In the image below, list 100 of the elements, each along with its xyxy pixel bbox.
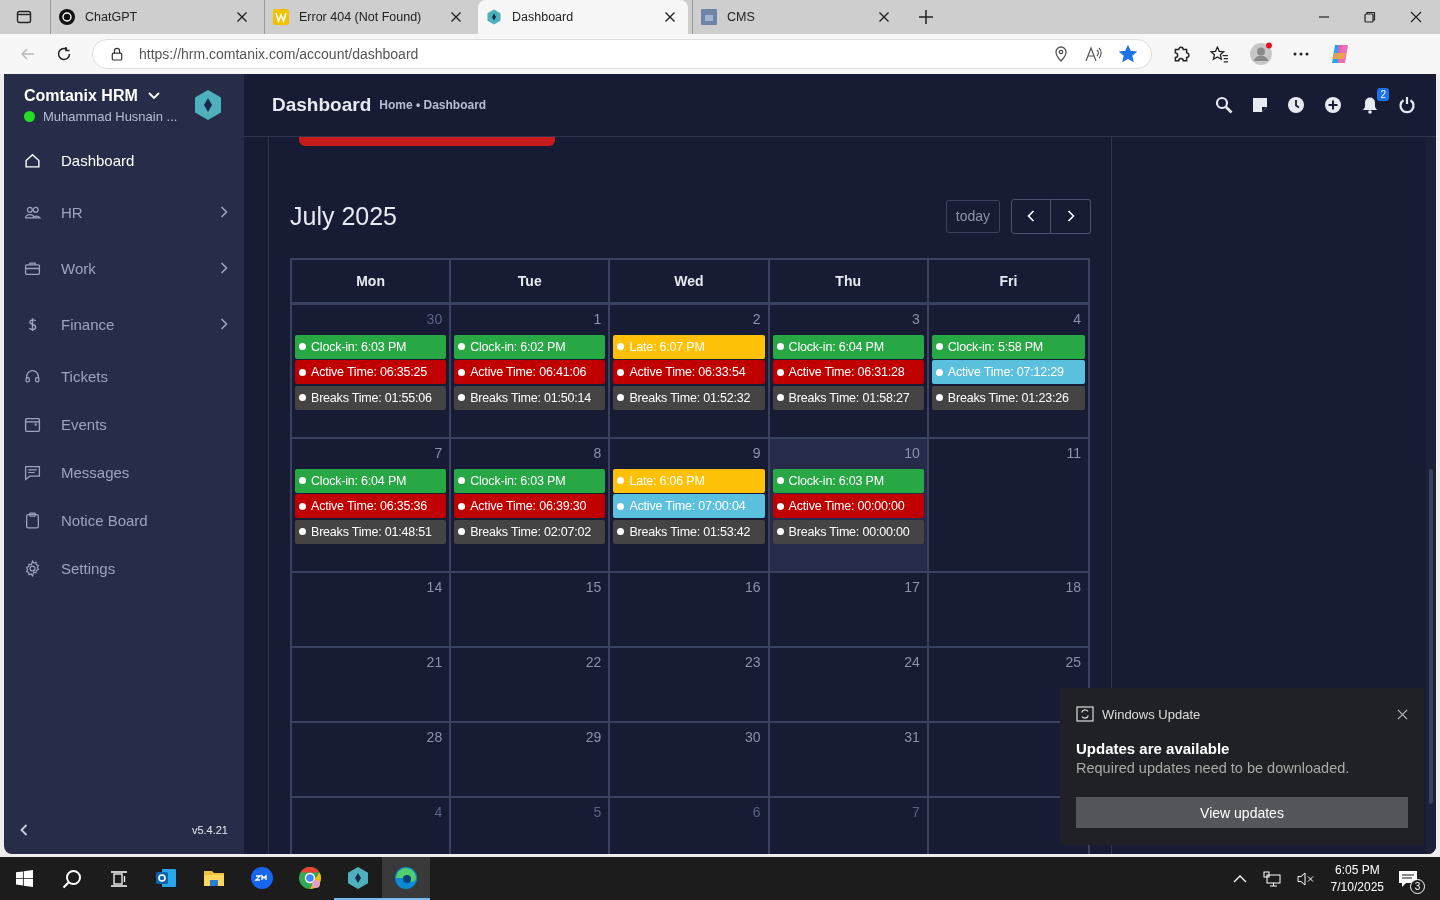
calendar-event[interactable]: Breaks Time: 01:48:51	[295, 519, 447, 544]
power-icon[interactable]	[1398, 96, 1416, 114]
calendar-event[interactable]: Breaks Time: 01:50:14	[454, 385, 606, 410]
chevron-down-icon[interactable]	[147, 91, 160, 100]
sidebar-item[interactable]: Notice Board	[4, 496, 244, 544]
sidebar-item[interactable]: Dashboard	[4, 136, 244, 184]
clock-date[interactable]: 7/10/2025	[1330, 878, 1384, 896]
calendar-event[interactable]: Clock-in: 6:04 PM	[295, 468, 447, 493]
puzzle-piece-icon[interactable]	[1172, 45, 1190, 63]
day-cell[interactable]: 18	[928, 573, 1088, 648]
close-icon[interactable]	[450, 11, 462, 23]
day-cell[interactable]: 28	[292, 723, 452, 798]
calendar-event[interactable]: Active Time: 06:39:30	[454, 494, 606, 518]
sidebar-item[interactable]: Finance	[4, 296, 244, 352]
clock-icon[interactable]	[1287, 96, 1305, 114]
brand-name: Comtanix HRM	[24, 86, 138, 105]
sidebar-item[interactable]: HR	[4, 184, 244, 240]
calendar-event[interactable]: Breaks Time: 02:07:02	[454, 519, 606, 544]
close-icon[interactable]	[878, 11, 890, 23]
browser-tab[interactable]: Dashboard	[478, 0, 688, 34]
calendar-event[interactable]: Breaks Time: 01:55:06	[295, 385, 447, 410]
address-field[interactable]: https://hrm.comtanix.com/account/dashboard	[92, 39, 1152, 69]
tab-actions-icon[interactable]	[16, 9, 32, 25]
star-icon[interactable]	[1119, 45, 1137, 63]
calendar-event[interactable]: Breaks Time: 00:00:00	[772, 519, 924, 544]
clock-time[interactable]: 6:05 PM	[1334, 861, 1380, 879]
day-cell[interactable]: 4 Clock-in: 5:58 PM Active Time: 07:12:29 Breaks Time: 01:23:26	[928, 305, 1088, 439]
view-updates-button[interactable]: View updates	[1076, 797, 1408, 828]
day-cell[interactable]: 3 Clock-in: 6:04 PM Active Time: 06:31:28 Breaks Time: 01:58:27	[769, 305, 929, 439]
notification-center-icon[interactable]	[1398, 869, 1418, 888]
read-aloud-icon[interactable]	[1085, 46, 1103, 62]
task-view-icon[interactable]	[110, 870, 128, 887]
headset-icon	[24, 367, 41, 385]
today-button[interactable]: today	[945, 199, 1000, 233]
location-pin-icon[interactable]	[1053, 46, 1069, 62]
day-cell[interactable]: 8 Clock-in: 6:03 PM Active Time: 06:39:30 Breaks Time: 02:07:02	[451, 439, 611, 573]
calendar-event[interactable]: Active Time: 00:00:00	[772, 494, 924, 518]
day-cell[interactable]: 23	[610, 648, 770, 723]
speaker-muted-icon[interactable]	[1296, 870, 1315, 887]
day-cell[interactable]: 7 Clock-in: 6:04 PM Active Time: 06:35:36 Breaks Time: 01:48:51	[292, 439, 452, 573]
sidebar-item[interactable]: Tickets	[4, 352, 244, 400]
day-cell[interactable]: 16	[610, 573, 770, 648]
calendar-event[interactable]: Breaks Time: 01:23:26	[931, 385, 1085, 410]
favorites-star-icon[interactable]	[1210, 45, 1229, 63]
day-cell[interactable]: 9 Late: 6:06 PM Active Time: 07:00:04 Breaks Time: 01:53:42	[610, 439, 770, 573]
calendar-event[interactable]: Clock-in: 6:03 PM	[295, 334, 447, 359]
day-cell[interactable]: 10 Clock-in: 6:03 PM Active Time: 00:00:00 Breaks Time: 00:00:00	[769, 439, 929, 573]
day-cell[interactable]: 22	[451, 648, 611, 723]
calendar-event[interactable]: Active Time: 06:35:36	[295, 494, 447, 518]
calendar-event[interactable]: Active Time: 06:31:28	[772, 360, 924, 384]
tab-title: Error 404 (Not Found)	[299, 10, 423, 24]
calendar-event[interactable]: Active Time: 06:35:25	[295, 360, 447, 384]
calendar-event[interactable]: Breaks Time: 01:52:32	[613, 385, 765, 410]
profile-avatar-icon[interactable]	[1249, 42, 1273, 66]
calendar-event[interactable]: Active Time: 06:41:06	[454, 360, 606, 384]
day-cell[interactable]: 15	[451, 573, 611, 648]
sidebar-item[interactable]: Messages	[4, 448, 244, 496]
chevron-up-icon[interactable]	[1232, 874, 1247, 883]
day-cell[interactable]: 11	[928, 439, 1088, 573]
close-icon[interactable]	[236, 11, 248, 23]
sidebar-item[interactable]: Events	[4, 400, 244, 448]
calendar-event[interactable]: Active Time: 06:33:54	[613, 360, 765, 384]
reload-icon[interactable]	[56, 46, 72, 62]
day-cell[interactable]: 31	[769, 723, 929, 798]
search-icon[interactable]	[62, 868, 82, 889]
sticky-note-icon[interactable]	[1252, 97, 1268, 113]
calendar-event[interactable]: Breaks Time: 01:53:42	[613, 519, 765, 544]
more-dots-icon[interactable]	[1293, 52, 1309, 56]
day-cell[interactable]: 21	[292, 648, 452, 723]
calendar-event[interactable]: Clock-in: 6:03 PM	[772, 468, 924, 493]
close-icon[interactable]	[1397, 708, 1408, 720]
windows-logo-icon[interactable]	[16, 870, 33, 887]
day-number: 28	[425, 728, 444, 747]
close-icon[interactable]	[664, 11, 676, 23]
day-cell[interactable]: 14	[292, 573, 452, 648]
day-cell[interactable]: 17	[769, 573, 929, 648]
scrollbar-thumb[interactable]	[1429, 469, 1433, 804]
bell-icon[interactable]	[1361, 96, 1379, 114]
search-icon[interactable]	[1215, 96, 1233, 114]
new-tab-icon[interactable]	[918, 9, 934, 25]
sidebar-item[interactable]: Settings	[4, 544, 244, 592]
chat-icon	[24, 463, 41, 481]
calendar-event[interactable]: Breaks Time: 01:58:27	[772, 385, 924, 410]
sidebar-item[interactable]: Work	[4, 240, 244, 296]
restore-icon[interactable]	[1364, 11, 1376, 23]
network-icon[interactable]	[1262, 870, 1281, 887]
day-cell[interactable]: 29	[451, 723, 611, 798]
close-icon[interactable]	[1410, 11, 1422, 23]
plus-circle-icon[interactable]	[1324, 96, 1342, 114]
day-cell[interactable]: 24	[769, 648, 929, 723]
day-cell[interactable]: 30 Clock-in: 6:03 PM Active Time: 06:35:25 Breaks Time: 01:55:06	[292, 305, 452, 439]
taskbar-app[interactable]	[382, 857, 430, 900]
calendar-event[interactable]: Clock-in: 6:02 PM	[454, 334, 606, 359]
copilot-logo-icon[interactable]	[1329, 43, 1351, 65]
calendar-event[interactable]: Clock-in: 6:03 PM	[454, 468, 606, 493]
calendar-event[interactable]: Clock-in: 6:04 PM	[772, 334, 924, 359]
day-cell[interactable]: 2 Late: 6:07 PM Active Time: 06:33:54 Breaks Time: 01:52:32	[610, 305, 770, 439]
day-cell[interactable]: 30	[610, 723, 770, 798]
day-cell[interactable]: 1 Clock-in: 6:02 PM Active Time: 06:41:06 Breaks Time: 01:50:14	[451, 305, 611, 439]
calendar-event[interactable]: Clock-in: 5:58 PM	[931, 334, 1085, 359]
